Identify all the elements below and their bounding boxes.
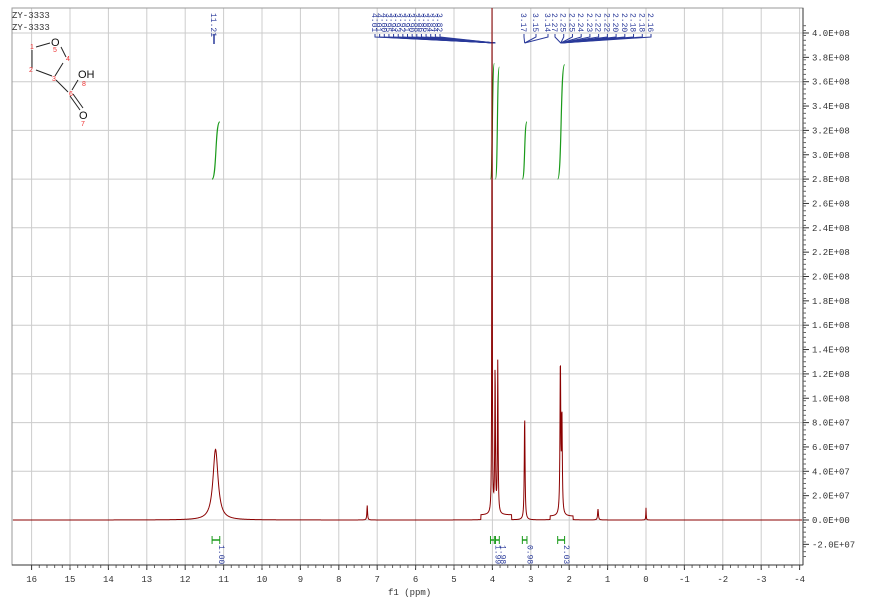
integral-value: 0.98	[525, 545, 534, 564]
x-tick-label: 8	[336, 575, 341, 585]
peak-label: 3.82	[434, 13, 443, 32]
atom-number: 4	[66, 56, 70, 63]
x-tick-label: -2	[717, 575, 728, 585]
peak-label: 2.24	[575, 13, 584, 32]
y-tick-label: 3.4E+08	[812, 102, 850, 112]
x-axis-label: f1 (ppm)	[388, 588, 431, 598]
y-tick-label: 1.2E+08	[812, 370, 850, 380]
y-tick-label: 1.4E+08	[812, 346, 850, 356]
y-tick-label: 2.8E+08	[812, 175, 850, 185]
x-tick-label: -3	[756, 575, 767, 585]
atom-number: 3	[52, 76, 56, 83]
integrals: 1.00 1.991.98 0.98 2.03	[211, 62, 570, 564]
y-tick-label: 4.0E+07	[812, 467, 850, 477]
nmr-spectrum-chart: ZY-3333 ZY-3333 O OH O 1 2 3 4 5 6 7 8 1…	[11, 7, 855, 598]
y-tick-label: 3.6E+08	[812, 78, 850, 88]
x-tick-label: -1	[679, 575, 690, 585]
spectrum-line	[13, 7, 802, 521]
grid	[12, 8, 803, 565]
atom-number: 1	[30, 44, 34, 51]
x-tick-label: 7	[374, 575, 379, 585]
peak-label: 2.25	[558, 13, 567, 32]
x-tick-label: 13	[141, 575, 152, 585]
y-tick-label: 2.4E+08	[812, 224, 850, 234]
y-tick-label: 2.0E+08	[812, 273, 850, 283]
y-tick-label: 1.0E+08	[812, 394, 850, 404]
peak-label: 11.21	[208, 13, 217, 37]
atom-number: 5	[53, 47, 57, 54]
x-tick-label: 6	[413, 575, 418, 585]
y-tick-label: 2.0E+07	[812, 492, 850, 502]
peak-label: 3.17	[518, 13, 527, 32]
peak-label: 2.18	[628, 13, 637, 32]
peak-labels: 11.21 4.014.014.003.953.943.933.923.913.9…	[208, 13, 654, 44]
integral-value: 1.00	[216, 545, 225, 564]
x-tick-label: 11	[218, 575, 229, 585]
atom-number: 6	[69, 91, 73, 98]
x-tick-label: 1	[605, 575, 610, 585]
axes: 16 15 14 13 12 11 10 9 8 7 6 5 4 3 2 1 0 -1 -2 -3 -44.0E+083…	[12, 8, 855, 585]
peak-label: 2.27	[549, 13, 558, 32]
y-tick-label: 3.8E+08	[812, 53, 850, 63]
peak-label: 3.15	[530, 13, 539, 32]
integral-value: 2.03	[561, 545, 570, 564]
y-tick-label: 6.0E+07	[812, 443, 850, 453]
integral-value: 1.98	[497, 545, 506, 564]
title-line-1: ZY-3333	[12, 11, 50, 21]
y-tick-label: 2.2E+08	[812, 248, 850, 258]
peak-label: 2.22	[601, 13, 610, 32]
molecule-structure: O OH O 1 2 3 4 5 6 7 8	[29, 37, 95, 128]
peak-label: 2.25	[566, 13, 575, 32]
y-tick-label: 4.0E+08	[812, 29, 850, 39]
peak-label: 2.20	[619, 13, 628, 32]
y-tick-label: 2.6E+08	[812, 199, 850, 209]
peak-label-leader	[554, 34, 562, 44]
y-tick-label: 0.0E+00	[812, 516, 850, 526]
x-tick-label: 15	[65, 575, 76, 585]
y-tick-label: 3.2E+08	[812, 126, 850, 136]
peak-label: 2.22	[593, 13, 602, 32]
peak-label: 2.16	[645, 13, 654, 32]
y-tick-label: 1.6E+08	[812, 321, 850, 331]
y-tick-label: -2.0E+07	[812, 540, 855, 550]
y-tick-label: 1.8E+08	[812, 297, 850, 307]
peak-label: 2.20	[610, 13, 619, 32]
x-tick-label: 12	[180, 575, 191, 585]
atom-oh: OH	[78, 69, 95, 81]
atom-number: 8	[82, 81, 86, 88]
x-tick-label: 2	[566, 575, 571, 585]
integral-curve	[494, 66, 500, 180]
x-tick-label: 5	[451, 575, 456, 585]
peak-label: 2.23	[584, 13, 593, 32]
x-tick-label: 9	[298, 575, 303, 585]
x-tick-label: 0	[643, 575, 648, 585]
peak-label: 2.18	[636, 13, 645, 32]
y-tick-label: 8.0E+07	[812, 419, 850, 429]
atom-number: 7	[81, 121, 85, 128]
x-tick-label: 3	[528, 575, 533, 585]
x-tick-label: 4	[490, 575, 495, 585]
x-tick-label: -4	[794, 575, 805, 585]
x-tick-label: 10	[257, 575, 268, 585]
peak-label-leader	[523, 34, 526, 44]
x-tick-label: 14	[103, 575, 114, 585]
x-tick-label: 16	[26, 575, 37, 585]
atom-number: 2	[29, 67, 33, 74]
y-tick-label: 3.0E+08	[812, 151, 850, 161]
title-line-2: ZY-3333	[12, 23, 50, 33]
